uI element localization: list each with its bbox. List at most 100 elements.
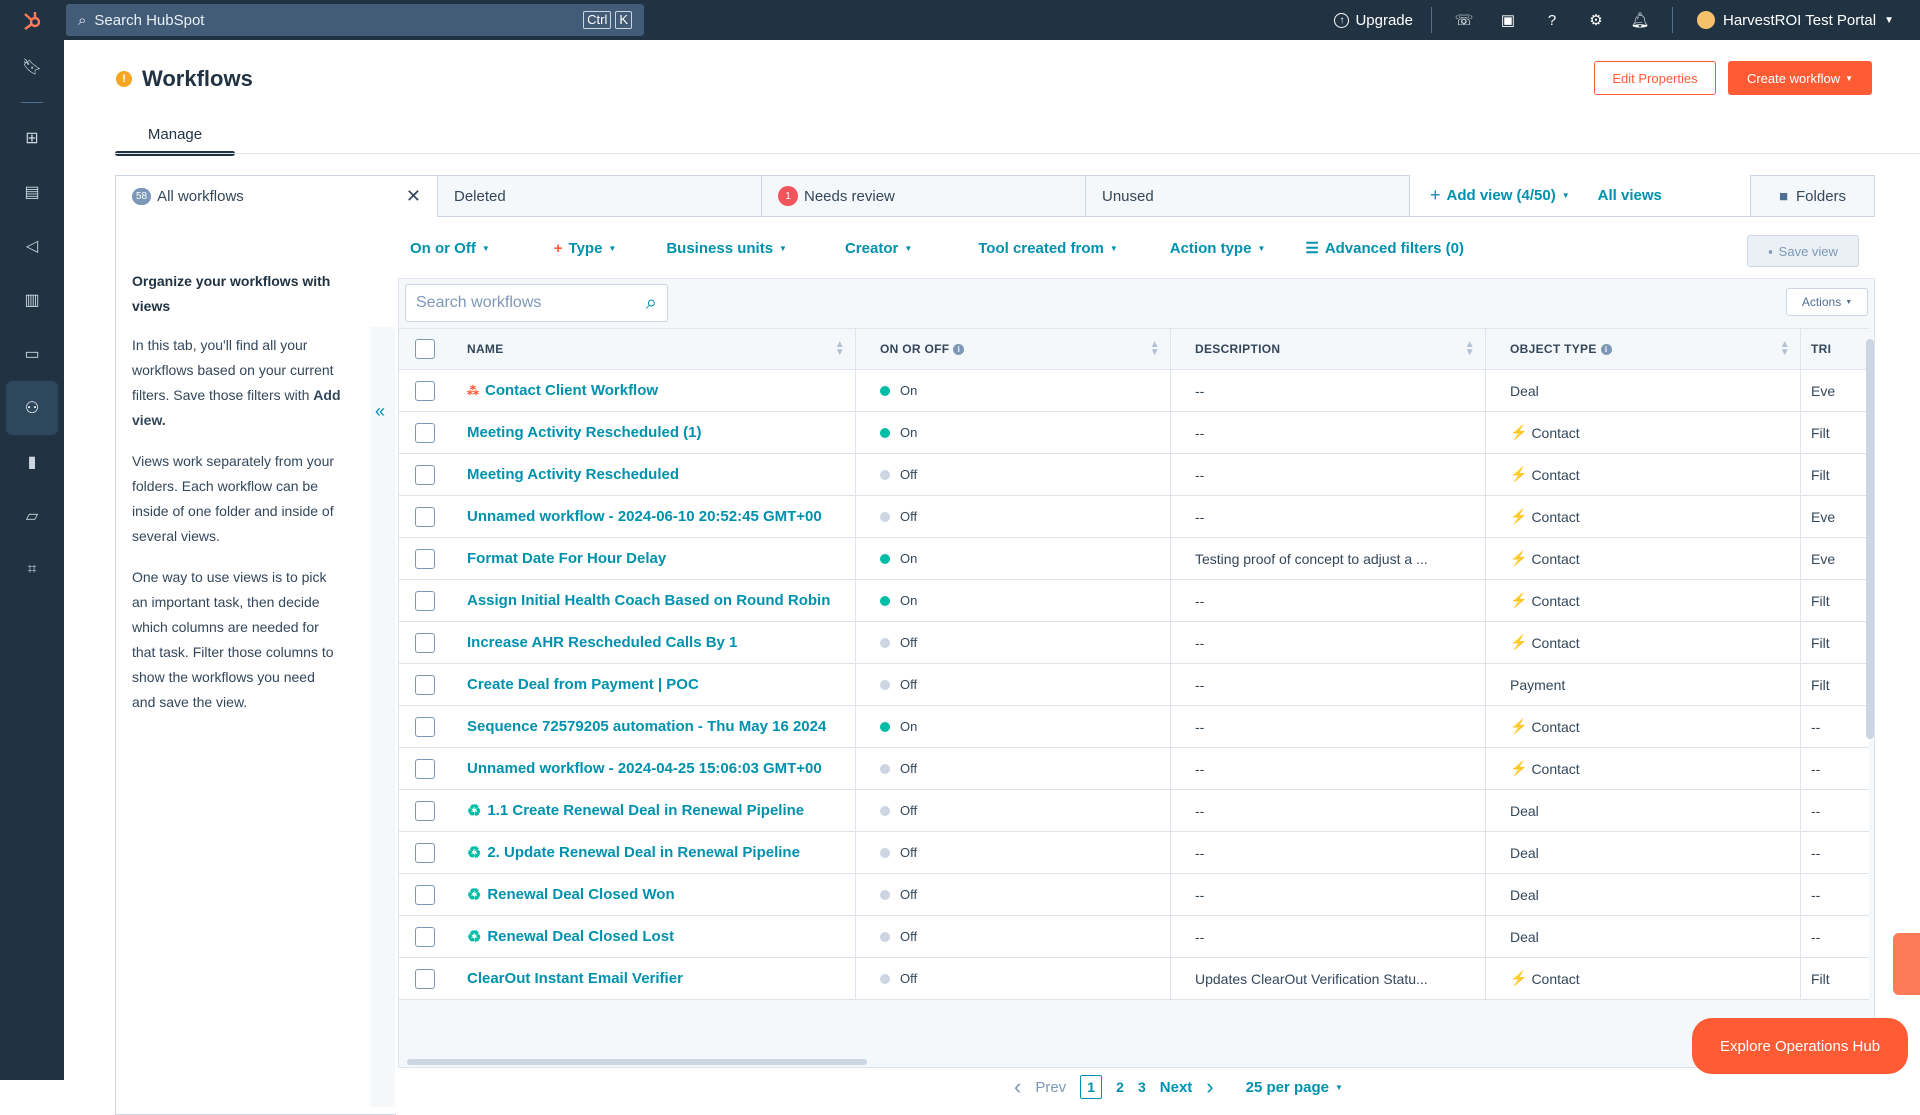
table-row[interactable]: ♻ Renewal Deal Closed Lost Off -- Deal -- bbox=[399, 915, 1869, 958]
notifications-icon[interactable]: 🔔︎ bbox=[1618, 0, 1662, 40]
help-icon[interactable]: ? bbox=[1530, 0, 1574, 40]
per-page-dropdown[interactable]: 25 per page ▼ bbox=[1246, 1079, 1343, 1096]
automation-icon[interactable]: ⚇ bbox=[6, 381, 58, 435]
workflow-name-link[interactable]: Unnamed workflow - 2024-04-25 15:06:03 G… bbox=[467, 760, 822, 777]
workflow-name-link[interactable]: ♻ Renewal Deal Closed Lost bbox=[467, 927, 674, 947]
workflow-name-link[interactable]: Sequence 72579205 automation - Thu May 1… bbox=[467, 718, 826, 735]
tab-deleted[interactable]: Deleted bbox=[438, 175, 762, 217]
filter-type[interactable]: + Type ▼ bbox=[554, 240, 617, 257]
workflow-name-link[interactable]: ♻ Renewal Deal Closed Won bbox=[467, 885, 675, 905]
folder-icon[interactable]: ▱ bbox=[0, 489, 64, 543]
tab-needs-review[interactable]: 1 Needs review bbox=[762, 175, 1086, 217]
page-3-button[interactable]: 3 bbox=[1138, 1079, 1146, 1095]
row-checkbox[interactable] bbox=[415, 464, 435, 485]
table-row[interactable]: ClearOut Instant Email Verifier Off Update… bbox=[399, 957, 1869, 1000]
upgrade-button[interactable]: ↑ Upgrade bbox=[1326, 12, 1421, 29]
table-row[interactable]: ⁂ Contact Client Workflow On -- Deal Eve bbox=[399, 369, 1869, 412]
chevron-left-icon[interactable]: ‹ bbox=[1014, 1074, 1021, 1100]
table-row[interactable]: Meeting Activity Rescheduled (1) On -- ⚡ Con… bbox=[399, 411, 1869, 454]
workflow-name-link[interactable]: ⁂ Contact Client Workflow bbox=[467, 382, 658, 399]
row-checkbox[interactable] bbox=[415, 842, 435, 863]
workflow-name-link[interactable]: ♻ 1.1 Create Renewal Deal in Renewal Pipe… bbox=[467, 801, 804, 821]
workflow-name-link[interactable]: Assign Initial Health Coach Based on Rou… bbox=[467, 592, 830, 609]
table-row[interactable]: ♻ 1.1 Create Renewal Deal in Renewal Pipe… bbox=[399, 789, 1869, 832]
row-checkbox[interactable] bbox=[415, 632, 435, 653]
row-checkbox[interactable] bbox=[415, 716, 435, 737]
row-checkbox[interactable] bbox=[415, 380, 435, 401]
workflow-name-link[interactable]: ClearOut Instant Email Verifier bbox=[467, 970, 683, 987]
table-row[interactable]: ♻ Renewal Deal Closed Won Off -- Deal -- bbox=[399, 873, 1869, 916]
page-2-button[interactable]: 2 bbox=[1116, 1079, 1124, 1095]
row-checkbox[interactable] bbox=[415, 674, 435, 695]
search-workflows-input[interactable]: Search workflows ⌕ bbox=[405, 284, 668, 322]
content-icon[interactable]: ▥ bbox=[0, 273, 64, 327]
workflow-name-link[interactable]: Meeting Activity Rescheduled bbox=[467, 466, 679, 483]
tab-unused[interactable]: Unused bbox=[1086, 175, 1410, 217]
contacts-icon[interactable]: ▤ bbox=[0, 165, 64, 219]
bookmark-icon[interactable]: 🔖︎ bbox=[0, 40, 64, 94]
tab-all-workflows[interactable]: 58 All workflows ✕ bbox=[115, 175, 438, 217]
filter-creator[interactable]: Creator ▼ bbox=[845, 240, 912, 257]
settings-icon[interactable]: ⚙ bbox=[1574, 0, 1618, 40]
table-row[interactable]: Sequence 72579205 automation - Thu May 1… bbox=[399, 705, 1869, 748]
add-view-button[interactable]: + Add view (4/50) ▼ bbox=[1430, 185, 1570, 206]
column-header-name[interactable]: NAME ▲ ▼ bbox=[451, 328, 856, 370]
row-checkbox[interactable] bbox=[415, 506, 435, 527]
column-header-object-type[interactable]: OBJECT TYPE i ▲ ▼ bbox=[1486, 328, 1801, 370]
table-row[interactable]: Format Date For Hour Delay On Testing proo… bbox=[399, 537, 1869, 580]
row-checkbox[interactable] bbox=[415, 968, 435, 989]
filter-business-units[interactable]: Business units ▼ bbox=[666, 240, 787, 257]
filter-tool-created-from[interactable]: Tool created from ▼ bbox=[978, 240, 1118, 257]
hubspot-logo[interactable] bbox=[0, 0, 64, 40]
collapse-panel-handle[interactable]: « bbox=[371, 327, 395, 1107]
next-button[interactable]: Next bbox=[1160, 1079, 1193, 1096]
all-views-link[interactable]: All views bbox=[1598, 187, 1662, 204]
actions-dropdown[interactable]: Actions ▼ bbox=[1786, 288, 1868, 316]
commerce-icon[interactable]: ▭ bbox=[0, 327, 64, 381]
reporting-icon[interactable]: ▮ bbox=[0, 435, 64, 489]
developer-icon[interactable]: ⌗ bbox=[0, 543, 64, 597]
global-search[interactable]: ⌕ Search HubSpot Ctrl K bbox=[66, 4, 644, 36]
column-header-on-off[interactable]: ON OR OFF i ▲ ▼ bbox=[856, 328, 1171, 370]
column-header-trigger[interactable]: TRI bbox=[1801, 328, 1869, 370]
table-row[interactable]: Meeting Activity Rescheduled Off -- ⚡ Contac… bbox=[399, 453, 1869, 496]
row-checkbox[interactable] bbox=[415, 926, 435, 947]
row-checkbox[interactable] bbox=[415, 800, 435, 821]
select-all-checkbox[interactable] bbox=[415, 339, 435, 359]
filter-on-off[interactable]: On or Off ▼ bbox=[410, 240, 490, 257]
column-header-description[interactable]: DESCRIPTION ▲ ▼ bbox=[1171, 328, 1486, 370]
vertical-scrollbar[interactable] bbox=[1866, 339, 1874, 739]
edit-properties-button[interactable]: Edit Properties bbox=[1594, 61, 1716, 95]
table-row[interactable]: ♻ 2. Update Renewal Deal in Renewal Pipel… bbox=[399, 831, 1869, 874]
table-row[interactable]: Increase AHR Rescheduled Calls By 1 Off --… bbox=[399, 621, 1869, 664]
table-row[interactable]: Assign Initial Health Coach Based on Rou… bbox=[399, 579, 1869, 622]
workflow-name-link[interactable]: ♻ 2. Update Renewal Deal in Renewal Pipel… bbox=[467, 843, 800, 863]
close-icon[interactable]: ✕ bbox=[406, 186, 421, 207]
row-checkbox[interactable] bbox=[415, 548, 435, 569]
row-checkbox[interactable] bbox=[415, 884, 435, 905]
workflow-name-link[interactable]: Unnamed workflow - 2024-06-10 20:52:45 G… bbox=[467, 508, 822, 525]
row-checkbox[interactable] bbox=[415, 422, 435, 443]
row-checkbox[interactable] bbox=[415, 590, 435, 611]
explore-operations-hub-button[interactable]: Explore Operations Hub bbox=[1692, 1018, 1908, 1074]
workflow-name-link[interactable]: Format Date For Hour Delay bbox=[467, 550, 666, 567]
page-1-button[interactable]: 1 bbox=[1080, 1075, 1103, 1099]
horizontal-scrollbar[interactable] bbox=[407, 1059, 867, 1065]
account-menu[interactable]: HarvestROI Test Portal ▼ bbox=[1683, 11, 1920, 29]
save-view-button[interactable]: ▪ Save view bbox=[1747, 235, 1859, 267]
prev-button[interactable]: Prev bbox=[1035, 1079, 1066, 1096]
create-workflow-button[interactable]: Create workflow ▼ bbox=[1728, 61, 1872, 95]
marketplace-icon[interactable]: ▣ bbox=[1486, 0, 1530, 40]
row-checkbox[interactable] bbox=[415, 758, 435, 779]
help-widget-tab[interactable] bbox=[1893, 933, 1920, 995]
chevron-right-icon[interactable]: › bbox=[1206, 1074, 1213, 1100]
table-row[interactable]: Unnamed workflow - 2024-04-25 15:06:03 G… bbox=[399, 747, 1869, 790]
workflow-name-link[interactable]: Create Deal from Payment | POC bbox=[467, 676, 699, 693]
workflow-name-link[interactable]: Increase AHR Rescheduled Calls By 1 bbox=[467, 634, 737, 651]
workflow-name-link[interactable]: Meeting Activity Rescheduled (1) bbox=[467, 424, 702, 441]
table-row[interactable]: Create Deal from Payment | POC Off -- Payme… bbox=[399, 663, 1869, 706]
table-row[interactable]: Unnamed workflow - 2024-06-10 20:52:45 G… bbox=[399, 495, 1869, 538]
tab-manage[interactable]: Manage bbox=[115, 120, 235, 156]
filter-action-type[interactable]: Action type ▼ bbox=[1170, 240, 1266, 257]
grid-icon[interactable]: ⊞ bbox=[0, 111, 64, 165]
